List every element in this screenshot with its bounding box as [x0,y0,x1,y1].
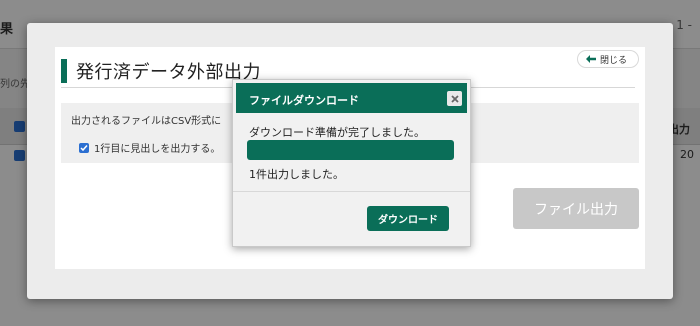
dialog-title: ファイルダウンロード [249,94,359,107]
download-progress-fill [247,140,454,160]
dialog-header: ファイルダウンロード [236,83,467,113]
header-row-checkbox[interactable] [79,142,89,153]
download-progress-bar [247,140,454,160]
download-button[interactable]: ダウンロード [367,206,449,231]
header-row-checkbox-label: 1行目に見出しを出力する。 [94,144,221,155]
arrow-left-icon [585,55,596,63]
close-modal-button[interactable]: 閉じる [576,50,639,68]
dialog-divider [233,191,470,192]
file-download-dialog: ファイルダウンロード ダウンロード準備が完了しました。 1件出力しました。 ダウ… [232,79,471,247]
page-title: 発行済データ外部出力 [61,58,261,84]
checkmark-icon [80,144,88,151]
export-info-text: 出力されるファイルはCSV形式に [71,116,222,127]
close-icon [450,94,459,103]
download-status-text: ダウンロード準備が完了しました。 [249,126,425,139]
dialog-close-button[interactable] [447,91,462,106]
file-export-button[interactable]: ファイル出力 [513,188,639,229]
header-row-option[interactable]: 1行目に見出しを出力する。 [79,140,220,155]
heading-accent-bar [61,59,67,83]
export-result-text: 1件出力しました。 [249,168,344,181]
close-modal-label: 閉じる [599,55,627,66]
